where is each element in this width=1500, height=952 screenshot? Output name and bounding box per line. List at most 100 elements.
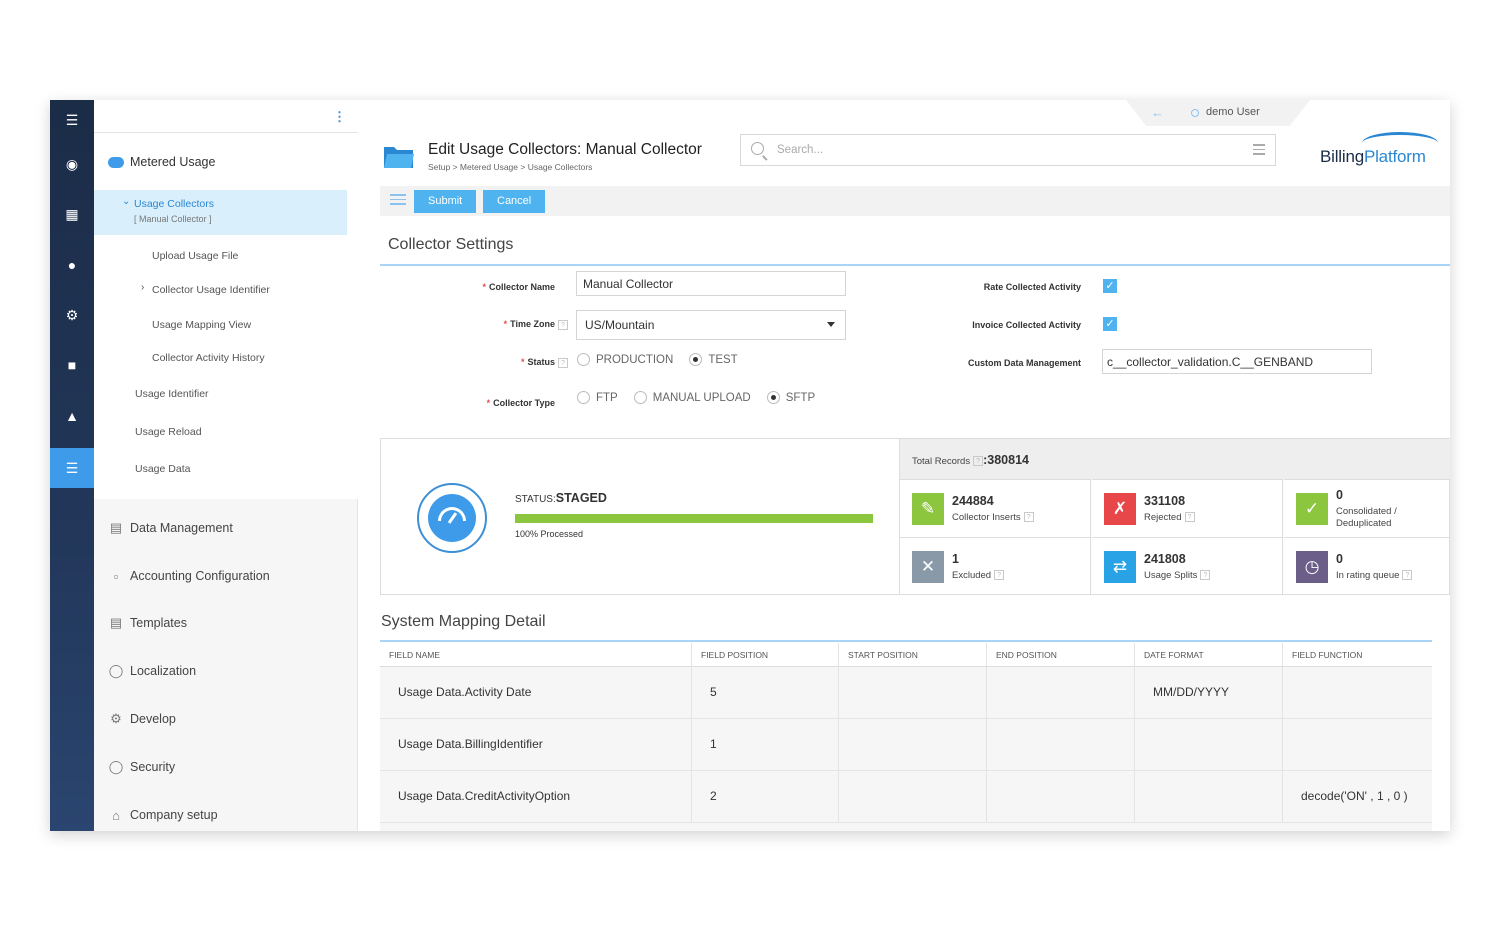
help-icon[interactable]: ?	[1184, 512, 1195, 523]
sidebar-item-usage-collectors[interactable]: ⌄ Usage Collectors [ Manual Collector ]	[94, 190, 347, 235]
stat-cell: ✕ 1 Excluded?	[900, 537, 1091, 595]
table-cell	[839, 667, 987, 718]
settings-gears-icon[interactable]: ⚙	[50, 295, 94, 335]
help-icon[interactable]: ?	[1402, 570, 1413, 581]
sidebar-section-templates[interactable]: ▤ Templates	[108, 615, 187, 630]
radio-button[interactable]	[577, 353, 590, 366]
list-toggle-icon[interactable]	[390, 194, 406, 208]
sidebar-section-develop[interactable]: ⚙ Develop	[108, 711, 176, 726]
sidebar-item-usage-identifier[interactable]: Usage Identifier	[135, 388, 209, 400]
record-stats-panel: Total Records?:380814 ✎ 244884 Collector I…	[900, 438, 1450, 595]
stat-value: 244884	[952, 494, 994, 508]
clock-icon: ◷	[1296, 551, 1328, 583]
help-icon: ?	[558, 357, 568, 368]
stat-cell: ⇄ 241808 Usage Splits?	[1092, 537, 1283, 595]
radio-button-selected[interactable]	[689, 353, 703, 366]
action-toolbar: Submit Cancel	[380, 186, 1450, 216]
cloud-icon	[108, 156, 124, 168]
sidebar-item-usage-data[interactable]: Usage Data	[135, 463, 190, 475]
status-test-option[interactable]: TEST	[689, 353, 738, 366]
user-icon[interactable]: ●	[50, 245, 94, 285]
help-icon[interactable]: ?	[1200, 570, 1211, 581]
table-cell: Usage Data.BillingIdentifier	[380, 719, 692, 770]
table-cell	[1283, 719, 1432, 770]
invoice-collected-activity-checkbox[interactable]: ✓	[1103, 317, 1117, 331]
search-input[interactable]: Search...	[740, 134, 1276, 166]
user-name[interactable]: demo User	[1206, 106, 1260, 118]
collector-name-input[interactable]: Manual Collector	[576, 271, 846, 296]
breadcrumb[interactable]: Setup > Metered Usage > Usage Collectors	[428, 162, 592, 172]
radio-button-selected[interactable]	[766, 391, 780, 404]
help-icon[interactable]: ?	[1023, 512, 1034, 523]
column-header[interactable]: DATE FORMAT	[1135, 643, 1283, 666]
collector-type-sftp-option[interactable]: SFTP	[766, 391, 815, 404]
collector-type-manual-upload-option[interactable]: MANUAL UPLOAD	[633, 391, 751, 404]
sidebar-item-usage-reload[interactable]: Usage Reload	[135, 426, 202, 438]
menu-icon[interactable]: ☰	[50, 100, 94, 140]
table-cell	[1283, 667, 1432, 718]
sidebar-item-collector-activity-history[interactable]: Collector Activity History	[152, 352, 265, 364]
sidebar-item-usage-mapping-view[interactable]: Usage Mapping View	[152, 319, 251, 331]
total-records-header: Total Records?:380814	[900, 439, 1450, 479]
stat-label: Usage Splits?	[1144, 570, 1211, 582]
rate-collected-activity-checkbox[interactable]: ✓	[1103, 279, 1117, 293]
column-header[interactable]: FIELD POSITION	[692, 643, 839, 666]
table-cell	[839, 771, 987, 822]
document-reject-icon: ✗	[1104, 493, 1136, 525]
stat-cell: ✎ 244884 Collector Inserts?	[900, 479, 1091, 537]
table-row[interactable]: Usage Data.CreditActivityOption 2 decode…	[380, 771, 1432, 823]
sidebar-metered-usage-group: Metered Usage ⌄ Usage Collectors [ Manua…	[94, 133, 358, 499]
sidebar: ⋮ Metered Usage ⌄ Usage Collectors [ Man…	[94, 100, 358, 831]
dashboard-icon[interactable]: ◉	[50, 144, 94, 184]
chart-icon[interactable]: ▲	[50, 396, 94, 436]
table-cell	[839, 719, 987, 770]
gear-icon: ⚙	[110, 711, 122, 726]
data-list-icon[interactable]: ☰	[50, 448, 94, 488]
stat-value: 331108	[1144, 494, 1186, 508]
help-icon: ?	[973, 456, 984, 467]
stat-value: 241808	[1144, 552, 1186, 566]
back-arrow-icon[interactable]: ←	[1151, 105, 1164, 120]
column-header[interactable]: FIELD FUNCTION	[1283, 643, 1432, 666]
submit-button[interactable]: Submit	[414, 190, 477, 213]
document-icon[interactable]: ■	[50, 345, 94, 385]
sidebar-section-security[interactable]: ◯ Security	[108, 759, 175, 774]
page-title: Edit Usage Collectors: Manual Collector	[428, 141, 702, 158]
help-icon[interactable]: ?	[994, 570, 1005, 581]
radio-button[interactable]	[633, 391, 647, 404]
table-cell: Usage Data.Activity Date	[380, 667, 692, 718]
apps-grid-icon[interactable]: ▦	[50, 194, 94, 234]
icon-rail: ☰ ◉ ▦ ● ⚙ ■ ▲ ☰	[50, 100, 94, 831]
main-content: ← demo User Edit Usage Collectors: Manua…	[358, 100, 1450, 831]
stat-label: Consolidated / Deduplicated	[1336, 506, 1397, 529]
sidebar-section-company-setup[interactable]: ⌂ Company setup	[108, 808, 218, 823]
table-cell	[987, 719, 1135, 770]
time-zone-select[interactable]: US/Mountain	[576, 310, 846, 340]
app-window: ☰ ◉ ▦ ● ⚙ ■ ▲ ☰ ⋮ Metered Usage ⌄ Usage …	[50, 100, 1450, 831]
sidebar-item-collector-usage-identifier[interactable]: Collector Usage Identifier	[152, 284, 270, 296]
chevron-right-icon: ›	[141, 282, 145, 293]
column-header[interactable]: FIELD NAME	[380, 643, 692, 666]
sidebar-section-accounting-configuration[interactable]: ▫ Accounting Configuration	[108, 569, 270, 584]
radio-button[interactable]	[577, 391, 590, 404]
sidebar-heading[interactable]: Metered Usage	[108, 155, 215, 169]
table-cell: Usage Data.CreditActivityOption	[380, 771, 692, 822]
template-icon: ▤	[109, 615, 123, 630]
sidebar-section-data-management[interactable]: ▤ Data Management	[108, 520, 233, 535]
sidebar-item-upload-usage-file[interactable]: Upload Usage File	[152, 250, 238, 262]
more-options-icon[interactable]: ⋮	[333, 109, 346, 125]
collector-type-ftp-option[interactable]: FTP	[577, 391, 618, 404]
rate-collected-activity-label: Rate Collected Activity	[983, 282, 1081, 292]
user-status-icon	[1191, 109, 1199, 117]
sidebar-section-localization[interactable]: ◯ Localization	[108, 663, 196, 678]
cancel-button[interactable]: Cancel	[483, 190, 546, 213]
column-header[interactable]: END POSITION	[987, 643, 1135, 666]
speedometer-icon	[428, 494, 476, 542]
column-header[interactable]: START POSITION	[839, 643, 987, 666]
filter-settings-icon[interactable]	[1253, 144, 1265, 156]
table-row[interactable]: Usage Data.Activity Date 5 MM/DD/YYYY	[380, 667, 1432, 719]
table-row[interactable]: Usage Data.BillingIdentifier 1	[380, 719, 1432, 771]
help-icon: ?	[558, 319, 568, 330]
status-production-option[interactable]: PRODUCTION	[577, 353, 673, 366]
custom-data-management-input[interactable]: c__collector_validation.C__GENBAND	[1102, 349, 1372, 374]
